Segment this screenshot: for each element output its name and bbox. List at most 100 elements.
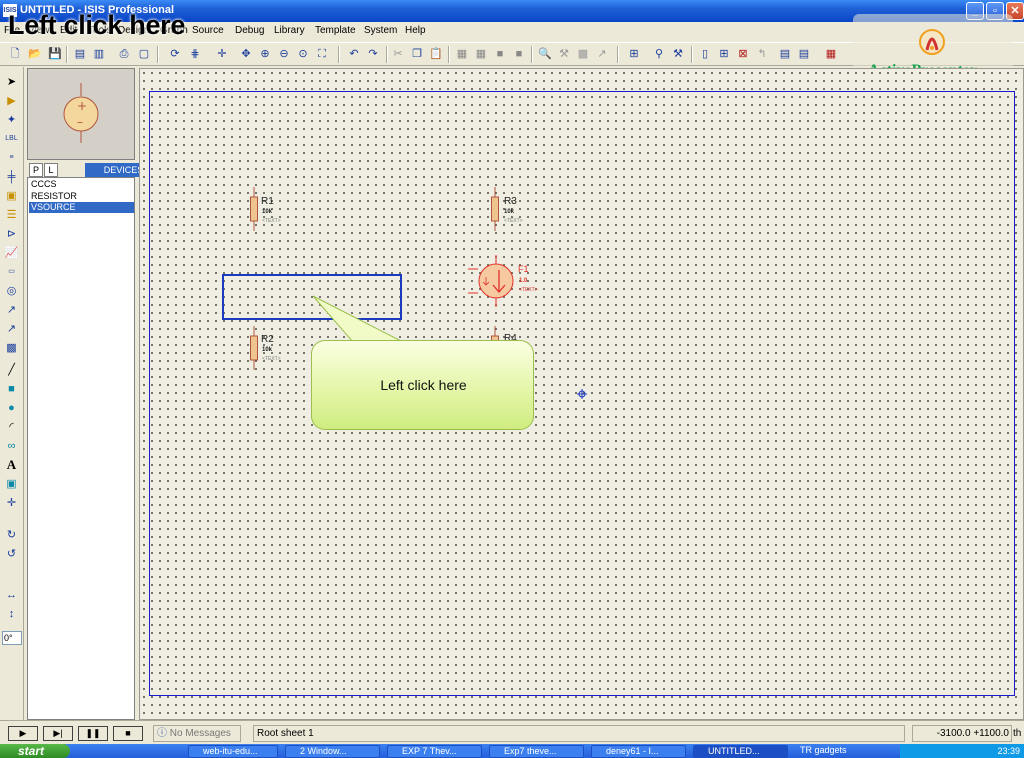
circle-tool-icon[interactable]: ● [3, 400, 20, 416]
resistor-r3[interactable] [489, 187, 501, 231]
tape-recorder-icon[interactable]: ▭ [3, 264, 20, 280]
messages-field[interactable]: ⓘ No Messages [153, 725, 241, 742]
graph-mode-icon[interactable]: 📈 [3, 245, 20, 261]
block-rotate-icon[interactable]: ■ [492, 46, 508, 62]
play-button[interactable]: ▶ [8, 726, 38, 741]
package-tool-icon[interactable]: ▩ [575, 46, 591, 62]
zoom-in-icon[interactable]: ⊕ [257, 46, 273, 62]
property-tool-icon[interactable]: ⚒ [670, 46, 686, 62]
taskbar-item-exp7[interactable]: EXP 7 Thev... [387, 745, 482, 758]
rotate-anticlockwise-icon[interactable]: ↺ [3, 546, 20, 562]
copy-icon[interactable]: ❐ [409, 46, 425, 62]
add-sheet-icon[interactable]: ⊞ [716, 46, 732, 62]
rotate-clockwise-icon[interactable]: ↻ [3, 527, 20, 543]
generator-icon[interactable]: ◎ [3, 283, 20, 299]
menu-debug[interactable]: Debug [235, 25, 264, 36]
path-tool-icon[interactable]: ∞ [3, 438, 20, 454]
pause-button[interactable]: ❚❚ [78, 726, 108, 741]
remove-sheet-icon[interactable]: ⊠ [735, 46, 751, 62]
open-file-icon[interactable]: 📂 [27, 46, 43, 62]
make-device-icon[interactable]: ⚒ [556, 46, 572, 62]
selection-mode-icon[interactable]: ➤ [3, 74, 20, 90]
marker-tool-icon[interactable]: ✛ [3, 495, 20, 511]
new-file-icon[interactable]: 🗋 [7, 46, 23, 62]
erc-icon[interactable]: ▤ [796, 46, 812, 62]
menu-system[interactable]: System [364, 25, 397, 36]
mirror-x-icon[interactable]: ↔ [3, 587, 20, 603]
origin-icon[interactable]: ✛ [214, 46, 230, 62]
zoom-area-icon[interactable]: ⛶ [314, 46, 330, 62]
line-tool-icon[interactable]: ╱ [3, 362, 20, 378]
print-area-icon[interactable]: ▢ [136, 46, 152, 62]
menu-template[interactable]: Template [315, 25, 356, 36]
exit-parent-icon[interactable]: ↰ [754, 46, 770, 62]
import-icon[interactable]: ▤ [72, 46, 88, 62]
resistor-r1[interactable] [248, 187, 260, 231]
arc-tool-icon[interactable]: ◜ [3, 419, 20, 435]
start-button[interactable]: start [0, 744, 70, 758]
zoom-out-icon[interactable]: ⊖ [276, 46, 292, 62]
print-icon[interactable]: ⎙ [116, 46, 132, 62]
library-manager-tab[interactable]: L [44, 163, 58, 177]
wire-label-icon[interactable]: LBL [3, 131, 20, 147]
buses-icon[interactable]: ╪ [3, 169, 20, 185]
box-tool-icon[interactable]: ■ [3, 381, 20, 397]
virtual-instrument-icon[interactable]: ▩ [3, 340, 20, 356]
taskbar-item-exp7-theve[interactable]: Exp7 theve... [489, 745, 584, 758]
export-icon[interactable]: ▥ [91, 46, 107, 62]
cut-icon[interactable]: ✂ [390, 46, 406, 62]
block-delete-icon[interactable]: ■ [511, 46, 527, 62]
taskbar-item-web[interactable]: web-itu-edu... [188, 745, 278, 758]
menu-help[interactable]: Help [405, 25, 426, 36]
rotation-angle-input[interactable] [2, 631, 22, 645]
subcircuit-icon[interactable]: ▣ [3, 188, 20, 204]
current-probe-icon[interactable]: ↗ [3, 321, 20, 337]
r2-text: <TEXT> [262, 356, 281, 362]
device-item-vsource[interactable]: VSOURCE [29, 202, 134, 213]
block-copy-icon[interactable]: ▦ [454, 46, 470, 62]
terminals-icon[interactable]: ☰ [3, 207, 20, 223]
overview-preview[interactable]: + – [27, 68, 135, 160]
mirror-y-icon[interactable]: ↕ [3, 606, 20, 622]
device-pins-icon[interactable]: ⊳ [3, 226, 20, 242]
svg-text:–: – [77, 115, 83, 129]
pick-device-icon[interactable]: 🔍 [537, 46, 553, 62]
component-mode-icon[interactable]: ▶ [3, 93, 20, 109]
stop-button[interactable]: ■ [113, 726, 143, 741]
new-sheet-icon[interactable]: ▯ [697, 46, 713, 62]
resistor-r2[interactable] [248, 326, 260, 370]
overlay-caption: Left click here [8, 10, 186, 40]
block-move-icon[interactable]: ▦ [473, 46, 489, 62]
zoom-all-icon[interactable]: ⊙ [295, 46, 311, 62]
current-source-f1[interactable] [466, 255, 524, 307]
bom-icon[interactable]: ▤ [777, 46, 793, 62]
taskbar-item-window[interactable]: 2 Window... [285, 745, 380, 758]
decompose-icon[interactable]: ↗ [594, 46, 610, 62]
voltage-probe-icon[interactable]: ↗ [3, 302, 20, 318]
menu-source[interactable]: Source [192, 25, 224, 36]
device-item-cccs[interactable]: CCCS [29, 179, 134, 190]
pick-devices-tab[interactable]: P [29, 163, 43, 177]
paste-icon[interactable]: 📋 [428, 46, 444, 62]
device-item-resistor[interactable]: RESISTOR [29, 191, 134, 202]
taskbar-item-deney[interactable]: deney61 - I... [591, 745, 686, 758]
undo-icon[interactable]: ↶ [346, 46, 362, 62]
text-tool-icon[interactable]: A [3, 457, 20, 473]
windows-taskbar: start web-itu-edu... 2 Window... EXP 7 T… [0, 744, 1024, 758]
schematic-canvas[interactable]: R1 10k <TEXT> R3 10k <TEXT> F1 1.0 <TEXT… [139, 68, 1024, 720]
pan-icon[interactable]: ✥ [238, 46, 254, 62]
taskbar-item-untitled[interactable]: UNTITLED... [693, 745, 788, 758]
wire-autorouter-icon[interactable]: ⊞ [626, 46, 642, 62]
junction-dot-icon[interactable]: ✦ [3, 112, 20, 128]
text-script-icon[interactable]: ≡ [3, 150, 20, 166]
refresh-icon[interactable]: ⟳ [167, 46, 183, 62]
menu-library[interactable]: Library [274, 25, 305, 36]
step-button[interactable]: ▶| [43, 726, 73, 741]
netlist-icon[interactable]: ▦ [823, 46, 839, 62]
redo-icon[interactable]: ↷ [365, 46, 381, 62]
r1-value: 10k [262, 209, 273, 215]
grid-icon[interactable]: ⋕ [187, 46, 203, 62]
save-icon[interactable]: 💾 [47, 46, 63, 62]
search-tag-icon[interactable]: ⚲ [651, 46, 667, 62]
symbol-tool-icon[interactable]: ▣ [3, 476, 20, 492]
